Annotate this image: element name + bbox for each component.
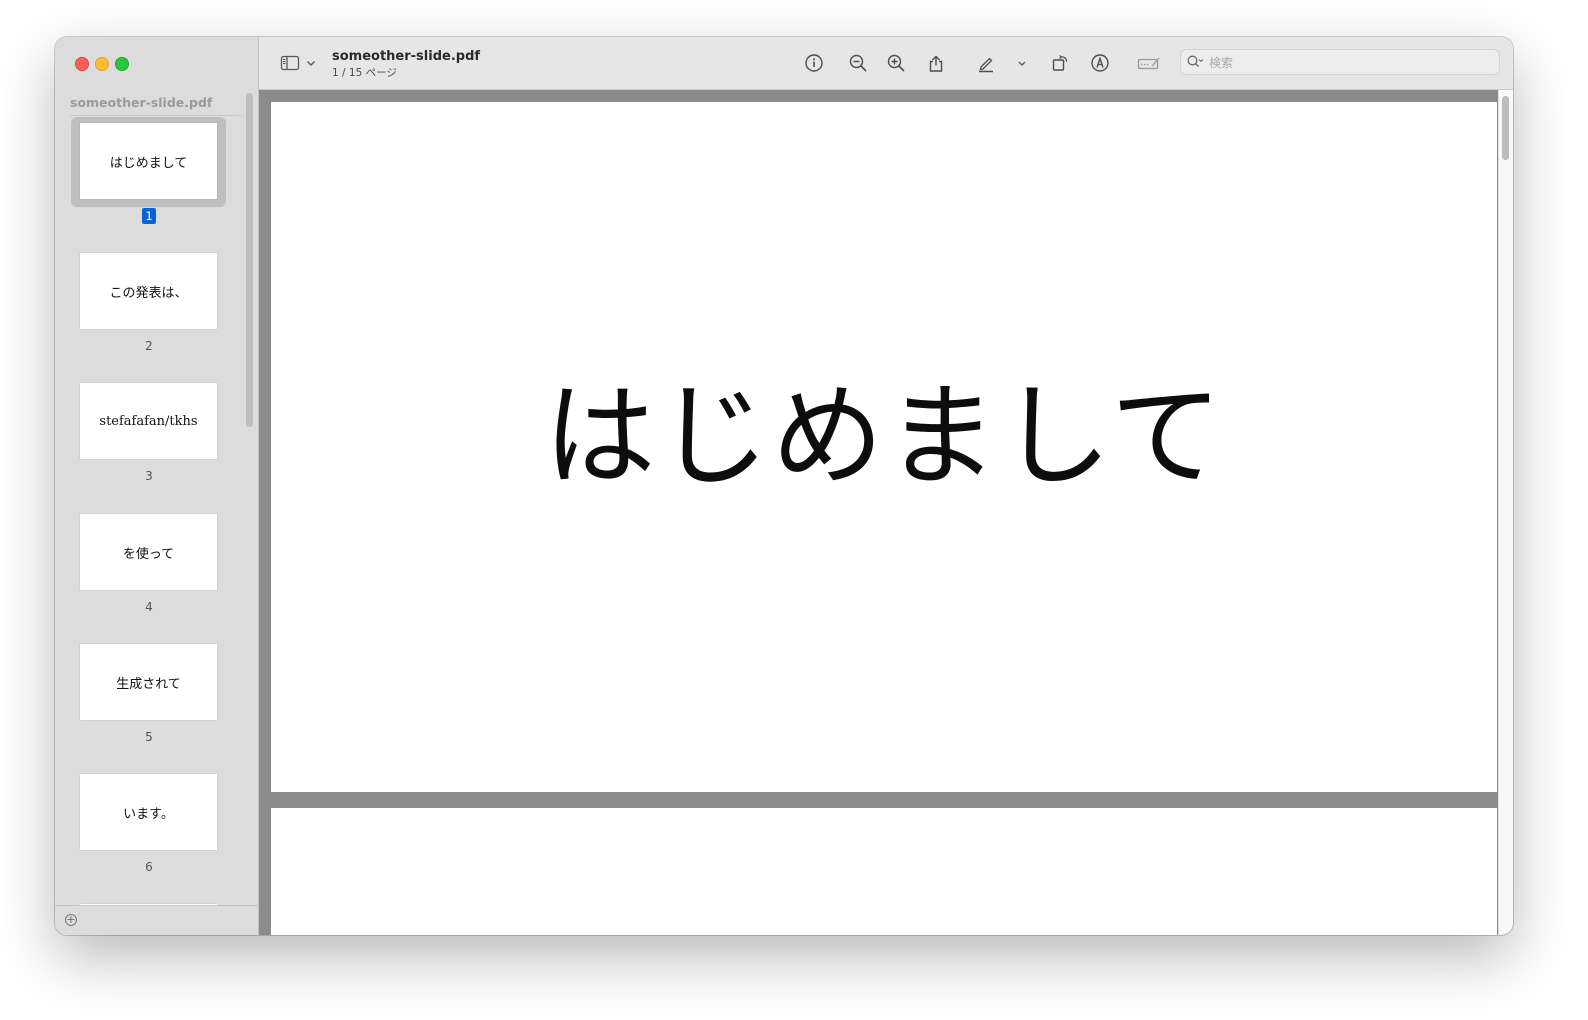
thumbnail-page-number: 1 <box>55 208 243 224</box>
thumbnail-page-number: 2 <box>145 339 153 353</box>
toolbar: someother-slide.pdf 1 / 15 ページ <box>259 37 1513 90</box>
thumbnail-item-5[interactable]: 生成されて 5 <box>55 638 245 768</box>
document-scrollbar-track[interactable] <box>1498 90 1513 935</box>
pdf-page-1: はじめまして <box>271 102 1497 792</box>
thumbnail-page-number: 4 <box>145 600 153 614</box>
page-heading: はじめまして <box>543 372 1225 502</box>
thumbnail-item-7[interactable] <box>55 898 245 905</box>
thumbnail-page[interactable]: 生成されて <box>80 644 217 720</box>
chevron-down-icon[interactable] <box>303 52 319 74</box>
thumbnail-page-number: 5 <box>145 730 153 744</box>
thumbnail-page[interactable]: この発表は、 <box>80 253 217 329</box>
thumbnail-sidebar: someother-slide.pdf はじめまして 1 この発表は、 2 st… <box>55 37 259 935</box>
thumbnail-item-3[interactable]: stefafafan/tkhs 3 <box>55 377 245 507</box>
search-icon <box>1186 54 1204 70</box>
add-circle-icon[interactable]: + <box>65 914 77 926</box>
share-icon[interactable] <box>925 52 947 74</box>
close-button[interactable] <box>75 57 89 71</box>
thumbnail-page-number: 3 <box>145 469 153 483</box>
thumbnail-item-2[interactable]: この発表は、 2 <box>55 247 245 377</box>
minimize-button[interactable] <box>95 57 109 71</box>
highlight-pen-icon[interactable] <box>975 52 997 74</box>
thumbnail-item-1[interactable]: はじめまして 1 <box>55 117 245 247</box>
zoom-button[interactable] <box>115 57 129 71</box>
document-scrollbar-thumb[interactable] <box>1502 96 1509 160</box>
chevron-down-icon[interactable] <box>1014 52 1030 74</box>
thumbnail-item-4[interactable]: を使って 4 <box>55 508 245 638</box>
thumbnail-page[interactable]: を使って <box>80 514 217 590</box>
zoom-in-icon[interactable] <box>885 52 907 74</box>
preview-window: someother-slide.pdf はじめまして 1 この発表は、 2 st… <box>55 37 1513 935</box>
thumbnail-page[interactable]: います。 <box>80 774 217 850</box>
page-indicator: 1 / 15 ページ <box>332 67 397 79</box>
document-title: someother-slide.pdf <box>332 49 481 64</box>
pdf-page-2 <box>271 808 1497 935</box>
rotate-icon[interactable] <box>1049 52 1071 74</box>
thumbnail-page[interactable]: はじめまして <box>80 123 217 199</box>
sidebar-footer: + <box>55 905 258 935</box>
sidebar-divider <box>70 115 242 116</box>
thumbnail-page[interactable]: stefafafan/tkhs <box>80 383 217 459</box>
document-view[interactable]: はじめまして <box>259 90 1513 935</box>
sidebar-document-title: someother-slide.pdf <box>70 95 213 110</box>
zoom-out-icon[interactable] <box>847 52 869 74</box>
thumbnail-item-6[interactable]: います。 6 <box>55 768 245 898</box>
search-input[interactable] <box>1207 53 1491 73</box>
sidebar-toggle-icon[interactable] <box>279 52 301 74</box>
search-field[interactable] <box>1180 49 1500 75</box>
markup-icon[interactable] <box>1089 52 1111 74</box>
thumbnail-list[interactable]: はじめまして 1 この発表は、 2 stefafafan/tkhs 3 を使って… <box>55 117 258 905</box>
info-icon[interactable] <box>803 52 825 74</box>
thumbnail-page-number: 6 <box>145 860 153 874</box>
sidebar-scrollbar[interactable] <box>246 93 253 427</box>
form-fill-icon[interactable] <box>1136 52 1162 74</box>
